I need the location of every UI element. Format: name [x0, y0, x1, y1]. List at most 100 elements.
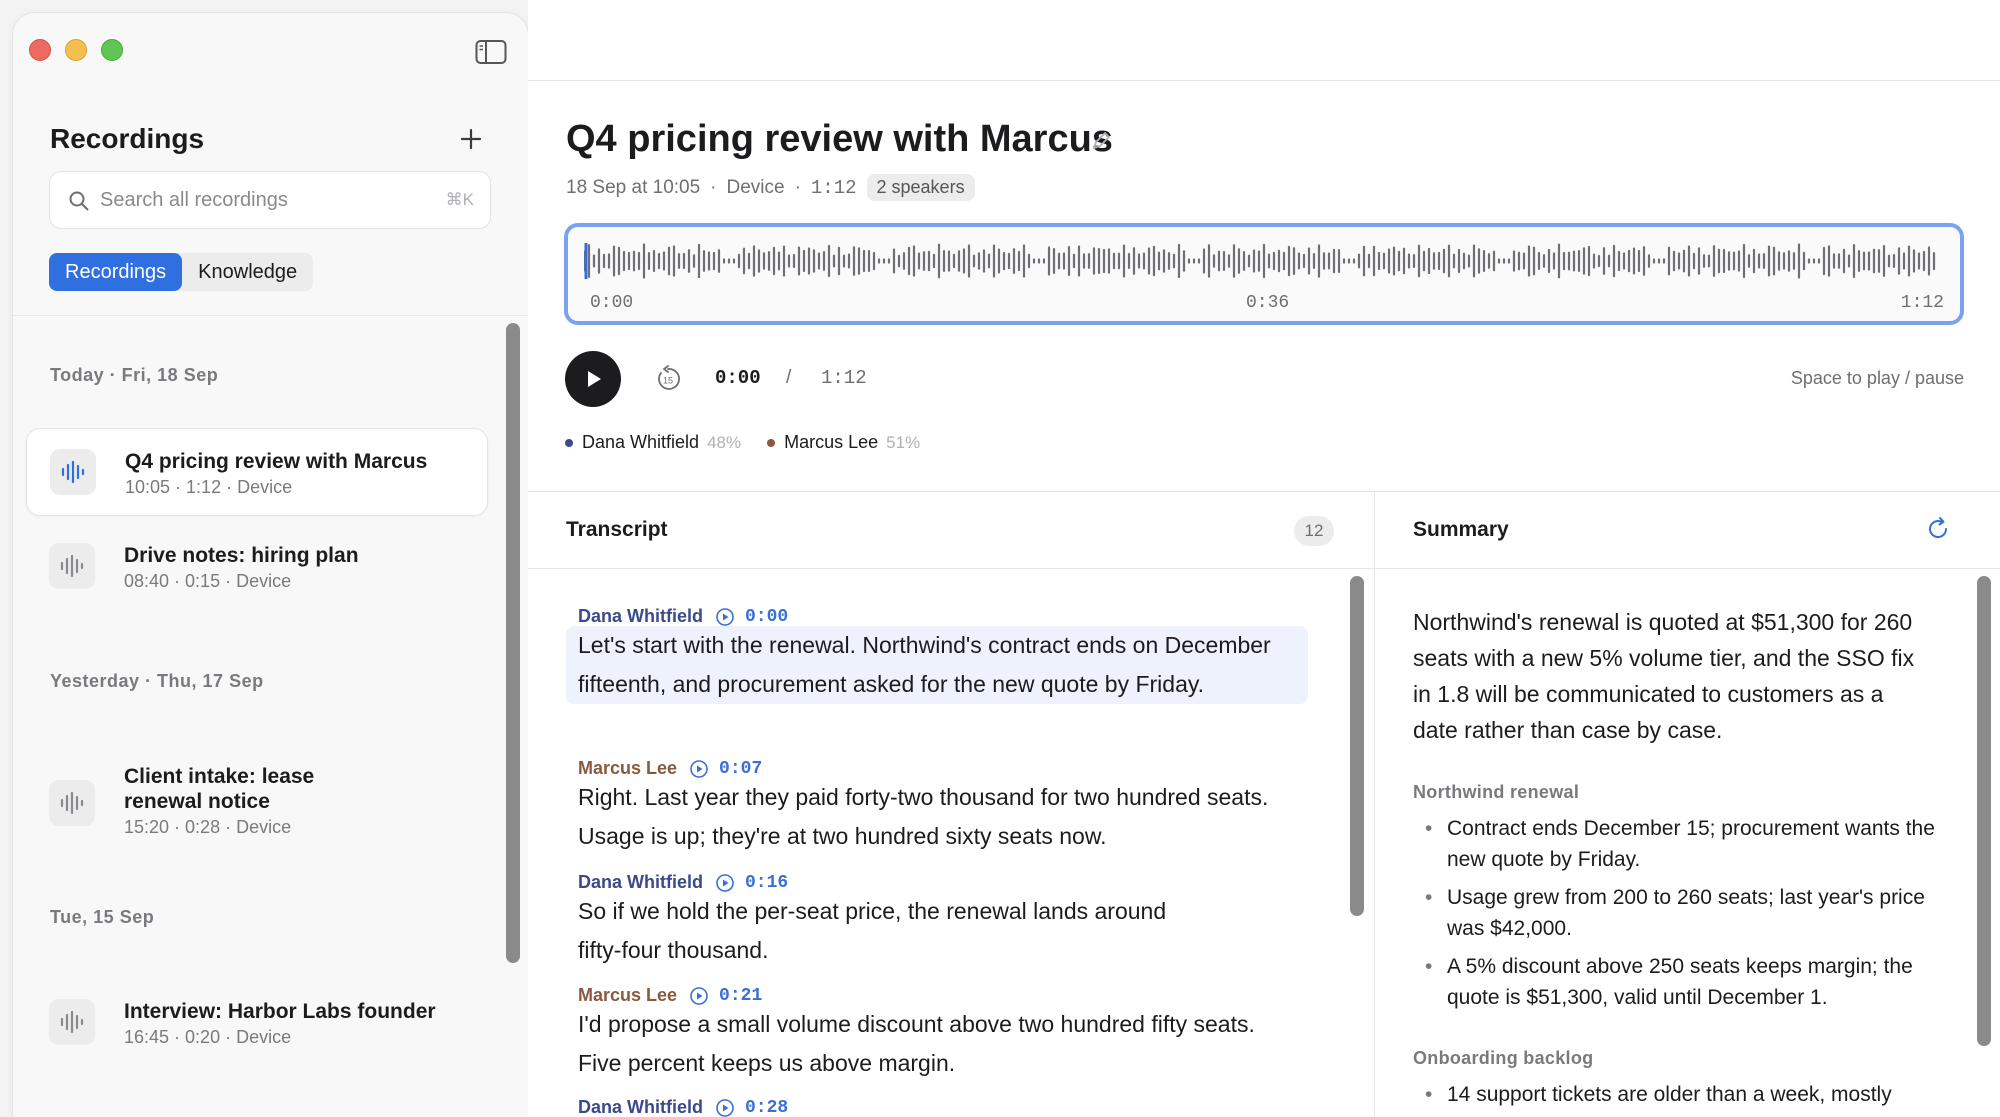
recording-item[interactable]: Interview: Harbor Labs founder 16:45 · 0…: [26, 979, 488, 1067]
speaker-dot: [565, 438, 573, 447]
recording-meta: 10:05 · 1:12 · Device: [125, 477, 293, 497]
panel-divider: [1375, 568, 2000, 569]
summary-bullet: 14 support tickets are older than a week…: [1413, 1079, 1943, 1110]
waveform-scrubber[interactable]: 0:00 0:36 1:12: [564, 223, 1964, 325]
sidebar-scrollbar[interactable]: [506, 323, 520, 963]
speaker-dot: [767, 438, 776, 447]
group-label: Today · Fri, 18 Sep: [50, 365, 219, 385]
search-box: ⌘K: [49, 171, 491, 229]
tab-recordings[interactable]: Recordings: [49, 253, 183, 291]
play-circle-icon[interactable]: [689, 986, 709, 1006]
recording-title: Client intake: lease renewal notice: [124, 765, 315, 813]
waveform-icon: [49, 543, 95, 589]
play-icon: [588, 371, 601, 387]
utterance-timestamp[interactable]: 0:16: [745, 873, 788, 893]
waveform-start-time: 0:00: [590, 293, 634, 313]
window-close-button[interactable]: [29, 39, 51, 61]
main-panel: Q4 pricing review with Marcus 18 Sep at …: [528, 0, 2000, 1117]
utterance-timestamp[interactable]: 0:21: [719, 986, 762, 1006]
recording-item[interactable]: Drive notes: hiring plan 08:40 · 0:15 · …: [26, 523, 488, 611]
utterance-header: Dana Whitfield 0:16: [578, 872, 788, 893]
sidebar-divider: [13, 315, 528, 316]
sidebar: Recordings ⌘K Recordings Knowledge Today…: [13, 13, 528, 1117]
utterance-speaker: Dana Whitfield: [578, 606, 703, 626]
play-button[interactable]: [565, 351, 621, 407]
speaker-name[interactable]: Dana Whitfield: [582, 432, 699, 453]
time-separator: /: [786, 367, 792, 388]
summary-bullet: Contract ends December 15; procurement w…: [1413, 813, 1943, 875]
waveform-end-time: 1:12: [1900, 293, 1944, 313]
toolbar-divider: [528, 80, 2000, 81]
transcript-scrollbar[interactable]: [1350, 576, 1364, 916]
panel-divider: [528, 568, 1374, 569]
utterance-header: Marcus Lee 0:21: [578, 985, 762, 1006]
utterance-timestamp[interactable]: 0:00: [745, 607, 788, 627]
speaker-name[interactable]: Marcus Lee: [784, 432, 878, 453]
page-title[interactable]: Q4 pricing review with Marcus: [566, 118, 1113, 161]
refresh-icon[interactable]: [1925, 516, 1951, 542]
recording-meta-row: 18 Sep at 10:05 · Device · 1:12 2 speake…: [566, 174, 975, 201]
search-shortcut: ⌘K: [445, 190, 474, 209]
utterance-header: Marcus Lee 0:07: [578, 758, 762, 779]
recording-duration: 1:12: [810, 176, 857, 199]
recording-meta: 15:20 · 0:28 · Device: [124, 817, 292, 837]
group-label: Tue, 15 Sep: [50, 907, 155, 927]
play-circle-icon[interactable]: [689, 759, 709, 779]
waveform-mid-time: 0:36: [1246, 293, 1290, 313]
waveform-icon: [49, 999, 95, 1045]
utterance-timestamp[interactable]: 0:28: [745, 1098, 788, 1117]
sidebar-tabs: Recordings Knowledge: [49, 253, 314, 291]
group-label: Yesterday · Thu, 17 Sep: [50, 671, 264, 691]
rewind-15-icon[interactable]: 15: [654, 365, 682, 393]
summary-bullets: 14 support tickets are older than a week…: [1413, 1079, 1943, 1117]
summary-bullets: Contract ends December 15; procurement w…: [1413, 813, 1943, 1020]
recording-item[interactable]: Client intake: lease renewal notice 15:2…: [26, 748, 488, 858]
pencil-icon[interactable]: [1090, 130, 1112, 152]
summary-bullet: A 5% discount above 250 seats keeps marg…: [1413, 951, 1943, 1013]
search-input[interactable]: [100, 172, 430, 228]
tab-knowledge[interactable]: Knowledge: [182, 253, 313, 291]
utterance-speaker: Marcus Lee: [578, 985, 678, 1005]
utterance-text: Let's start with the renewal. Northwind'…: [566, 626, 1308, 704]
play-circle-icon[interactable]: [715, 607, 735, 627]
summary-bullet: Usage grew from 200 to 260 seats; last y…: [1413, 882, 1943, 944]
waveform-icon: [50, 449, 96, 495]
waveform-icon: [49, 780, 95, 826]
summary-title: Summary: [1413, 518, 1509, 541]
recording-item[interactable]: Q4 pricing review with Marcus 10:05 · 1:…: [26, 428, 488, 516]
search-icon: [68, 190, 90, 212]
window-zoom-button[interactable]: [101, 39, 123, 61]
keyboard-hint: Space to play / pause: [1790, 368, 1964, 388]
play-circle-icon[interactable]: [715, 873, 735, 893]
recording-title: Drive notes: hiring plan: [124, 544, 359, 567]
sidebar-toggle-icon[interactable]: [475, 39, 507, 65]
speaker-share: 48%: [707, 432, 742, 452]
speaker-legend: Dana Whitfield 48% Marcus Lee 51%: [565, 432, 946, 453]
utterance-header: Dana Whitfield 0:00: [578, 606, 788, 627]
utterance-text: I'd propose a small volume discount abov…: [578, 1011, 1255, 1076]
speakers-badge: 2 speakers: [866, 174, 975, 201]
summary-scrollbar[interactable]: [1977, 576, 1991, 1046]
add-recording-button[interactable]: [457, 125, 485, 153]
speaker-share: 51%: [886, 432, 921, 452]
utterance-timestamp[interactable]: 0:07: [719, 759, 762, 779]
play-circle-icon[interactable]: [715, 1098, 735, 1117]
recording-meta: 08:40 · 0:15 · Device: [124, 571, 292, 591]
summary-panel: Summary Northwind's renewal is quoted at…: [1374, 492, 2000, 1117]
transcript-title: Transcript: [566, 518, 668, 541]
current-time: 0:00: [715, 367, 761, 389]
utterance-text: So if we hold the per-seat price, the re…: [578, 898, 1167, 963]
utterance-text: Right. Last year they paid forty-two tho…: [578, 784, 1269, 849]
sidebar-title: Recordings: [50, 123, 205, 154]
total-time: 1:12: [821, 367, 867, 389]
recording-title: Q4 pricing review with Marcus: [125, 450, 428, 473]
utterance-speaker: Marcus Lee: [578, 758, 678, 778]
waveform-bars: [584, 243, 1936, 279]
transcript-count-badge: 12: [1294, 516, 1334, 546]
summary-lead: Northwind's renewal is quoted at $51,300…: [1413, 609, 1915, 743]
recording-date: 18 Sep at 10:05: [566, 176, 701, 198]
window-minimize-button[interactable]: [65, 39, 87, 61]
svg-text:15: 15: [663, 376, 673, 386]
recording-meta: 16:45 · 0:20 · Device: [124, 1027, 292, 1047]
utterance-header: Dana Whitfield 0:28: [578, 1097, 788, 1117]
